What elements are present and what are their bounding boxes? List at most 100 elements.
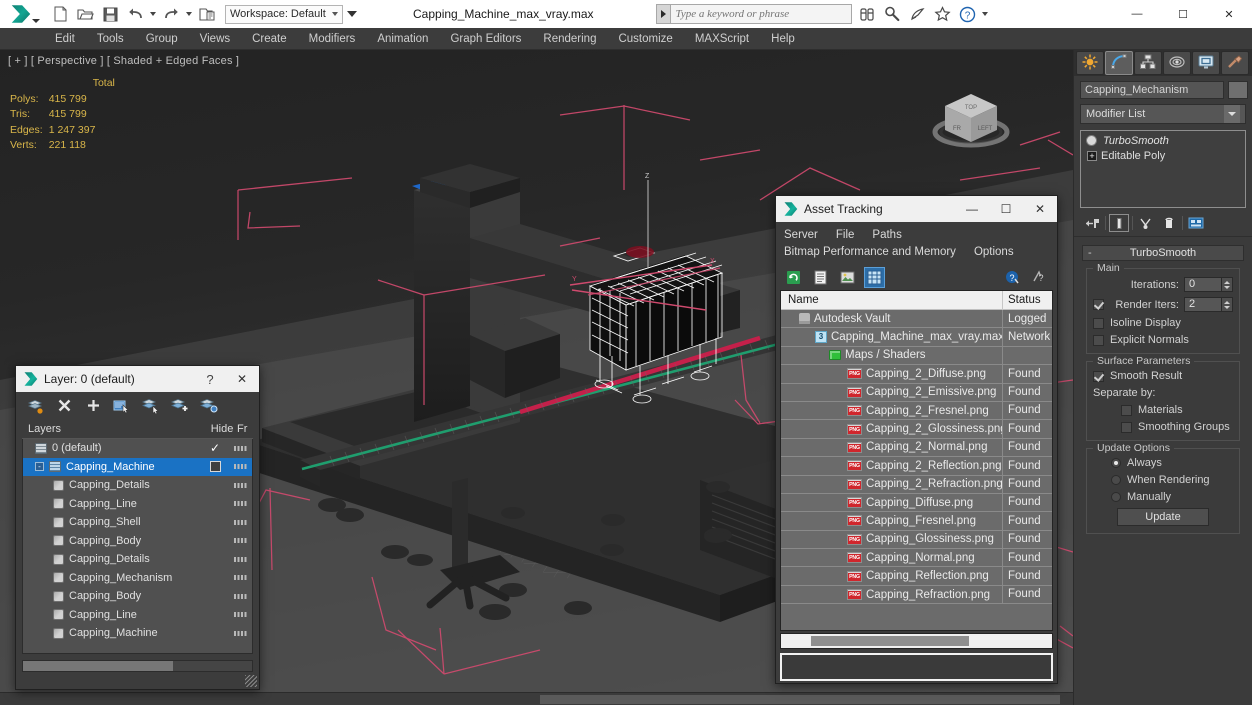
redo-dropdown-icon[interactable] (184, 2, 194, 26)
asset-row[interactable]: Capping_2_Normal.png Found (781, 438, 1052, 458)
pin-stack-icon[interactable] (1082, 214, 1102, 232)
asset-row[interactable]: Capping_2_Reflection.pngFound (781, 456, 1052, 476)
maximize-button[interactable]: ☐ (989, 196, 1023, 222)
configure-modifier-sets-icon[interactable] (1186, 214, 1206, 232)
asset-tracking-title-bar[interactable]: Asset Tracking — ☐ ✕ (776, 196, 1057, 222)
manually-radio[interactable] (1111, 492, 1121, 502)
search-scene-icon[interactable] (856, 3, 879, 26)
layer-row[interactable]: Capping_Mechanism (23, 569, 252, 588)
iterations-spinner-arrows[interactable] (1222, 277, 1233, 292)
isoline-display-row[interactable]: Isoline Display (1093, 317, 1233, 329)
highlight-selected-objects-icon[interactable] (142, 397, 160, 415)
object-color-swatch[interactable] (1228, 81, 1248, 99)
asset-row[interactable]: 3 Capping_Machine_max_vray.max Network (781, 327, 1052, 347)
update-option-always[interactable]: Always (1093, 457, 1233, 469)
iterations-spinner-field[interactable]: 0 (1184, 277, 1222, 292)
modifier-stack-item-editable-poly[interactable]: + Editable Poly (1081, 148, 1245, 163)
asset-row[interactable]: Capping_2_Glossiness.pngFound (781, 419, 1052, 439)
column-header-hide[interactable]: Hide (207, 423, 237, 435)
display-tab[interactable] (1192, 51, 1220, 75)
update-option-manually[interactable]: Manually (1093, 491, 1233, 503)
menu-item-customize[interactable]: Customize (607, 28, 683, 50)
at-menu-paths[interactable]: Paths (872, 229, 901, 241)
asset-tracking-table[interactable]: Name Status Autodesk Vault Logged 3 Capping… (780, 290, 1053, 631)
column-header-freeze[interactable]: Fr (237, 423, 253, 435)
collapse-icon[interactable]: - (1088, 247, 1092, 259)
expand-icon[interactable]: + (1087, 150, 1097, 161)
set-project-folder-icon[interactable] (195, 2, 219, 26)
refresh-icon[interactable] (784, 268, 803, 287)
menu-item-views[interactable]: Views (189, 28, 241, 50)
menu-item-help[interactable]: Help (760, 28, 806, 50)
at-menu-bitmap-performance-and-memory[interactable]: Bitmap Performance and Memory (784, 246, 956, 258)
menu-item-graph-editors[interactable]: Graph Editors (439, 28, 532, 50)
minimize-button[interactable]: — (955, 196, 989, 222)
help-icon[interactable]: ? (1003, 268, 1022, 287)
layer-row[interactable]: Capping_Body (23, 587, 252, 606)
materials-row[interactable]: Materials (1093, 404, 1233, 416)
explicit-normals-checkbox[interactable] (1093, 334, 1104, 346)
menu-item-edit[interactable]: Edit (44, 28, 86, 50)
at-menu-file[interactable]: File (836, 229, 855, 241)
menu-item-modifiers[interactable]: Modifiers (298, 28, 367, 50)
update-option-when-rendering[interactable]: When Rendering (1093, 474, 1233, 486)
utilities-tab[interactable] (1221, 51, 1249, 75)
smooth-result-row[interactable]: Smooth Result (1093, 370, 1233, 382)
render-iters-spinner-field[interactable]: 2 (1184, 297, 1222, 312)
delete-layer-icon[interactable] (55, 397, 73, 415)
expand-icon[interactable]: - (35, 462, 44, 472)
scrollbar-thumb[interactable] (23, 661, 173, 671)
column-header-layers[interactable]: Layers (22, 423, 207, 435)
list-view-icon[interactable] (811, 268, 830, 287)
undo-dropdown-icon[interactable] (148, 2, 158, 26)
asset-tracking-dialog[interactable]: Asset Tracking — ☐ ✕ Server File Paths Bit… (775, 195, 1058, 684)
asset-row[interactable]: Capping_2_Emissive.png Found (781, 383, 1052, 402)
asset-row[interactable]: Capping_2_Diffuse.png Found (781, 364, 1052, 384)
viewport-label[interactable]: [ + ] [ Perspective ] [ Shaded + Edged F… (8, 55, 239, 67)
freeze-dots[interactable] (234, 482, 248, 488)
close-button[interactable]: ✕ (1023, 196, 1057, 222)
add-layer-icon[interactable] (84, 397, 102, 415)
minimize-button[interactable]: — (1114, 0, 1160, 28)
asset-row[interactable]: Capping_Diffuse.png Found (781, 493, 1052, 513)
menu-item-maxscript[interactable]: MAXScript (684, 28, 760, 50)
create-new-layer-icon[interactable] (26, 397, 44, 415)
freeze-dots[interactable] (234, 538, 248, 544)
asset-row[interactable]: Capping_Glossiness.png Found (781, 530, 1052, 550)
lightbulb-icon[interactable] (1086, 135, 1097, 146)
asset-row[interactable]: Capping_Fresnel.png Found (781, 511, 1052, 531)
help-dropdown-icon[interactable] (981, 4, 989, 24)
explicit-normals-row[interactable]: Explicit Normals (1093, 334, 1233, 346)
layer-row[interactable]: Capping_Details (23, 476, 252, 495)
asset-row[interactable]: Capping_2_Fresnel.png Found (781, 401, 1052, 421)
thumbnail-view-icon[interactable] (838, 268, 857, 287)
update-button[interactable]: Update (1117, 508, 1209, 526)
layer-row[interactable]: Capping_Body (23, 532, 252, 551)
autodesk-app-store-icon[interactable] (881, 3, 904, 26)
horizontal-scrollbar[interactable] (540, 695, 1060, 704)
workspace-selector[interactable]: Workspace: Default (225, 4, 343, 24)
layer-row[interactable]: Capping_Line (23, 606, 252, 625)
motion-tab[interactable] (1163, 51, 1191, 75)
save-file-icon[interactable] (98, 2, 122, 26)
layer-row-container[interactable]: 0 (default) ✓ - Capping_Machine Capping_Deta… (22, 439, 253, 654)
layer-dialog-title-bar[interactable]: Layer: 0 (default) ? ✕ (16, 366, 259, 392)
new-file-icon[interactable] (48, 2, 72, 26)
view-cube[interactable]: TOP FR LEFT (927, 80, 1015, 158)
layer-row[interactable]: - Capping_Machine (23, 457, 252, 476)
smoothing-groups-checkbox[interactable] (1121, 421, 1132, 433)
freeze-dots[interactable] (234, 575, 248, 581)
rollout-header[interactable]: - TurboSmooth (1082, 245, 1244, 261)
render-iters-checkbox[interactable] (1093, 299, 1104, 310)
menu-item-create[interactable]: Create (241, 28, 298, 50)
open-file-icon[interactable] (73, 2, 97, 26)
modifier-list-dropdown[interactable]: Modifier List (1080, 104, 1246, 124)
share-view-icon[interactable] (906, 3, 929, 26)
modifier-stack[interactable]: TurboSmooth + Editable Poly (1080, 130, 1246, 208)
at-menu-options[interactable]: Options (974, 246, 1014, 258)
when-rendering-radio[interactable] (1111, 475, 1121, 485)
layer-row[interactable]: 0 (default) ✓ (23, 439, 252, 458)
asset-tracking-hscrollbar[interactable] (780, 633, 1053, 649)
asset-row[interactable]: Capping_Reflection.png Found (781, 566, 1052, 586)
create-tab[interactable] (1076, 51, 1104, 75)
